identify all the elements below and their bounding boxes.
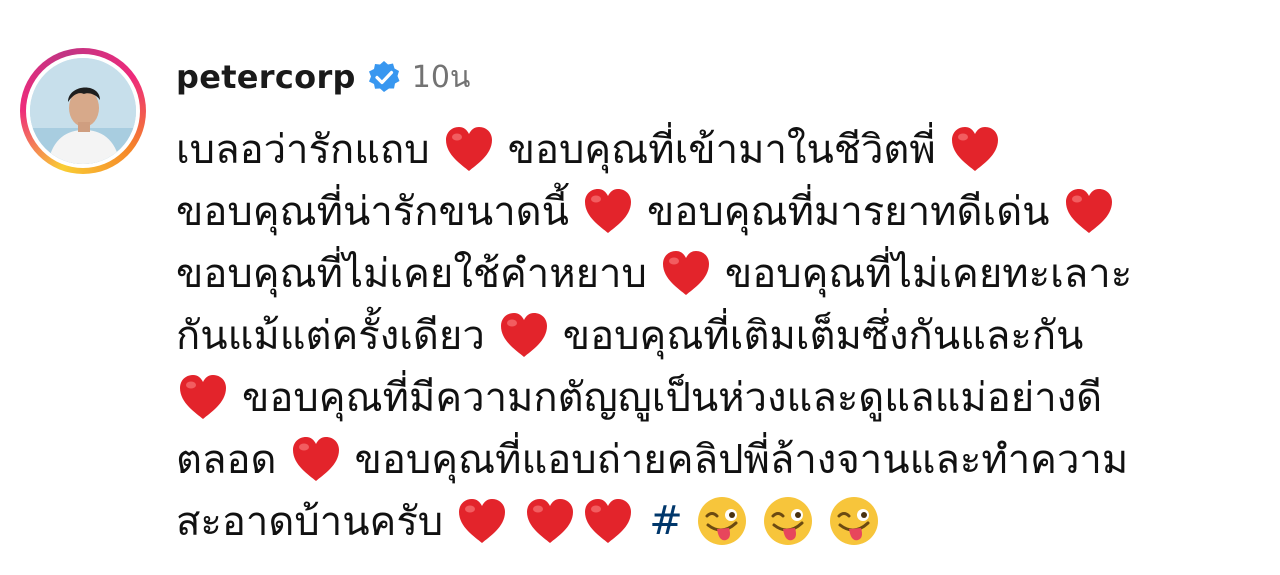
caption-segment: ขอบคุณที่เติมเต็มซึ่งกันและกัน <box>562 313 1084 359</box>
avatar-photo <box>30 58 136 164</box>
avatar-border <box>26 54 140 168</box>
red-heart-icon <box>500 313 547 357</box>
comment-text: เบลอว่ารักแถบ ขอบคุณที่เข้ามาในชีวิตพี่ … <box>176 118 1246 552</box>
comment-header: petercorp 10น <box>176 52 470 102</box>
avatar[interactable] <box>30 58 136 164</box>
caption-segment: เบลอว่ารักแถบ <box>176 127 430 173</box>
red-heart-icon <box>662 251 709 295</box>
verified-badge-icon <box>366 59 402 95</box>
caption-line: ขอบคุณที่น่ารักขนาดนี้ ขอบคุณที่มารยาทดี… <box>176 180 1246 242</box>
red-heart-icon <box>951 127 998 171</box>
hashtag-link[interactable]: # <box>649 498 683 544</box>
red-heart-icon <box>527 499 574 543</box>
caption-line: กันแม้แต่ครั้งเดียว ขอบคุณที่เติมเต็มซึ่… <box>176 304 1246 366</box>
caption-segment: สะอาดบ้านครับ <box>176 499 444 545</box>
caption-line: ขอบคุณที่มีความกตัญญูเป็นห่วงและดูแลแม่อ… <box>176 366 1246 428</box>
caption-segment: ขอบคุณที่แอบถ่ายคลิปพี่ล้างจานและทำความ <box>354 437 1129 483</box>
red-heart-icon <box>1065 189 1112 233</box>
caption-segment: ขอบคุณที่มารยาทดีเด่น <box>646 189 1050 235</box>
story-ring[interactable] <box>20 48 146 174</box>
winking-face-with-tongue-icon <box>829 497 878 545</box>
timestamp: 10น <box>411 59 471 95</box>
red-heart-icon <box>584 189 631 233</box>
winking-face-with-tongue-icon <box>697 497 746 545</box>
caption-line: สะอาดบ้านครับ # <box>176 490 1246 552</box>
red-heart-icon <box>445 127 492 171</box>
caption-segment: กันแม้แต่ครั้งเดียว <box>176 313 485 359</box>
caption-segment: ขอบคุณที่น่ารักขนาดนี้ <box>176 189 569 235</box>
red-heart-icon <box>180 375 226 419</box>
caption-segment: ขอบคุณที่ไม่เคยใช้คำหยาบ <box>176 251 647 297</box>
caption-segment: ขอบคุณที่เข้ามาในชีวิตพี่ <box>507 127 936 173</box>
caption-segment: ขอบคุณที่ไม่เคยทะเลาะ <box>724 251 1133 297</box>
winking-face-with-tongue-icon <box>763 497 812 545</box>
caption-segment: ขอบคุณที่มีความกตัญญูเป็นห่วงและดูแลแม่อ… <box>242 375 1103 421</box>
username-link[interactable]: petercorp <box>176 58 356 96</box>
red-heart-icon <box>292 437 339 481</box>
caption-line: เบลอว่ารักแถบ ขอบคุณที่เข้ามาในชีวิตพี่ <box>176 118 1246 180</box>
red-heart-icon <box>585 499 632 543</box>
caption-segment: ตลอด <box>176 437 277 483</box>
caption-line: ตลอด ขอบคุณที่แอบถ่ายคลิปพี่ล้างจานและทำ… <box>176 428 1246 490</box>
red-heart-icon <box>459 499 506 543</box>
caption-line: ขอบคุณที่ไม่เคยใช้คำหยาบ ขอบคุณที่ไม่เคย… <box>176 242 1246 304</box>
comment: petercorp 10น เบลอว่ารักแถบ ขอบคุณที่เข้… <box>0 0 1280 575</box>
